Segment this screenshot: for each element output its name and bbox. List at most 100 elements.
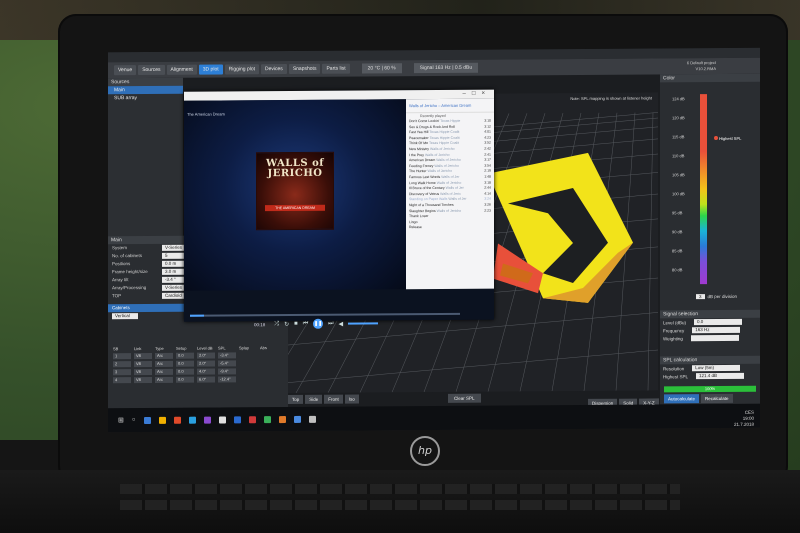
signal-selection: Signal selection Level (dBu) 0.0 Frequen… xyxy=(660,309,760,381)
highest-spl-value: 121.4 dB xyxy=(696,372,745,380)
media-player-window: –□× The American Dream WALLS of JERICHO … xyxy=(184,89,494,329)
list-item[interactable]: Release xyxy=(406,225,494,231)
level-input[interactable]: 0.0 xyxy=(694,318,743,326)
cabinet-cell[interactable]: Arc xyxy=(155,368,173,375)
spl-colorbar xyxy=(700,94,707,285)
app-version: V10.2.RMA xyxy=(695,66,716,72)
next-icon[interactable]: ⏭ xyxy=(328,320,333,327)
tray-date[interactable]: 21.7.2018 xyxy=(734,422,754,428)
taskbar-app-icon[interactable] xyxy=(218,415,226,424)
repeat-icon[interactable]: ↻ xyxy=(284,321,289,328)
clear-spl-button[interactable]: Clear SPL xyxy=(448,393,481,403)
cabinet-cell[interactable]: -5.4° xyxy=(218,360,236,367)
windows-start-icon[interactable]: ⊞ xyxy=(118,416,124,424)
temperature-readout: 20 °C | 60 % xyxy=(361,63,402,74)
source-item-sub-array[interactable]: SUB array xyxy=(108,94,183,103)
search-icon[interactable]: ○ xyxy=(132,417,136,423)
tab-venue[interactable]: Venue xyxy=(114,65,137,76)
tab-3d-plot[interactable]: 3D plot xyxy=(198,64,223,75)
frequency-input[interactable]: 163 Hz xyxy=(692,326,741,334)
cabinet-cell[interactable]: Arc xyxy=(155,360,173,367)
track-duration xyxy=(479,225,491,231)
tab-rigging-plot[interactable]: Rigging plot xyxy=(224,64,260,75)
cabinet-cell[interactable]: Arc xyxy=(155,376,173,383)
taskbar-app-icon[interactable] xyxy=(203,416,211,424)
album-cover: WALLS of JERICHO THE AMERICAN DREAM xyxy=(256,151,334,231)
table-row[interactable]: 4 V8 Arc 0.0 6.0° -12.4° xyxy=(113,375,283,384)
cabinet-cell[interactable]: 3 xyxy=(113,369,131,376)
color-header: Color xyxy=(660,73,760,83)
cabinet-cell[interactable]: 0.0 xyxy=(176,360,194,367)
cabinet-cell[interactable]: -12.4° xyxy=(218,376,236,383)
cabinet-column-header: Splay xyxy=(239,344,250,350)
taskbar-app-icon[interactable] xyxy=(263,415,271,423)
colorbar-tick-label: 120 dB xyxy=(672,115,685,121)
seek-bar-fill xyxy=(190,314,204,317)
cabinet-cell[interactable]: V8 xyxy=(134,376,152,384)
colorbar-tick-label: 115 dB xyxy=(672,134,685,140)
taskbar-app-icon[interactable] xyxy=(158,416,166,424)
division-unit: dB per division xyxy=(707,293,738,300)
taskbar-app-icon[interactable] xyxy=(248,415,256,423)
taskbar-app-icon[interactable] xyxy=(278,415,286,423)
now-playing-title: The American Dream xyxy=(187,111,225,117)
cabinet-cell[interactable]: 4.0° xyxy=(197,368,215,375)
signal-readout: Signal 163 Hz | 0.5 dBu xyxy=(413,62,479,74)
recalculate-button[interactable]: Recalculate xyxy=(701,393,733,404)
album-title: THE AMERICAN DREAM xyxy=(265,204,325,212)
cabinet-cell[interactable]: 0.0 xyxy=(176,352,194,359)
tab-alignment[interactable]: Alignment xyxy=(166,64,197,75)
tab-devices[interactable]: Devices xyxy=(261,64,287,75)
windows-taskbar: ⊞ ○ xyxy=(108,403,760,433)
cabinet-cell[interactable]: 0.0 xyxy=(176,376,194,383)
division-value[interactable]: 3 xyxy=(696,294,705,300)
taskbar-app-icon[interactable] xyxy=(293,415,301,423)
cabinet-cell[interactable]: -3.4° xyxy=(218,352,236,359)
taskbar-app-icon[interactable] xyxy=(308,415,316,423)
view-iso-button[interactable]: Iso xyxy=(344,394,359,404)
cabinet-cell[interactable]: V8 xyxy=(134,368,152,376)
previous-icon[interactable]: ⏮ xyxy=(303,320,308,327)
view-top-button[interactable]: Top xyxy=(288,394,304,405)
weighting-select[interactable] xyxy=(690,334,739,342)
pause-icon[interactable]: ❚❚ xyxy=(313,318,324,329)
cabinet-cell[interactable]: 0.0 xyxy=(176,368,194,375)
view-front-button[interactable]: Front xyxy=(324,394,343,404)
keyboard xyxy=(0,470,800,533)
property-label: TOP xyxy=(112,293,122,299)
tab-snapshots[interactable]: Snapshots xyxy=(288,63,321,75)
cabinet-cell[interactable]: 2.0° xyxy=(197,352,215,359)
window-controls[interactable]: –□× xyxy=(463,90,491,99)
cabinet-cell[interactable]: 4 xyxy=(113,377,131,384)
colorbar-tick-label: 110 dB xyxy=(672,153,685,159)
resolution-select[interactable]: Low (5m) xyxy=(692,364,741,372)
tab-sources[interactable]: Sources xyxy=(138,64,165,76)
cabinet-cell[interactable]: 6.0° xyxy=(197,376,215,383)
cabinet-cell[interactable]: 1 xyxy=(113,353,131,360)
colorbar-tick-label: 124 dB xyxy=(672,96,685,102)
highest-spl-row-label: Highest SPL xyxy=(663,373,689,379)
taskbar-app-icon[interactable] xyxy=(173,416,181,424)
taskbar-app-icon[interactable] xyxy=(143,416,151,424)
autocalculate-button[interactable]: Autocalculate xyxy=(664,394,700,404)
taskbar-app-icon[interactable] xyxy=(188,416,196,424)
cabinet-cell[interactable]: -9.4° xyxy=(218,368,236,375)
mode-select[interactable]: Vertical xyxy=(112,313,138,320)
stop-icon[interactable]: ■ xyxy=(294,321,298,327)
shuffle-icon[interactable]: ⤮ xyxy=(274,321,279,328)
taskbar-app-icon[interactable] xyxy=(233,415,241,423)
volume-icon[interactable]: ◀ xyxy=(339,320,344,327)
tab-parts-list[interactable]: Parts list xyxy=(322,63,350,74)
laptop-screen: Venue Sources Alignment 3D plot Rigging … xyxy=(108,47,760,433)
cabinet-cell[interactable]: Arc xyxy=(155,352,173,359)
volume-slider[interactable] xyxy=(348,322,379,325)
cabinet-cell[interactable]: 2.0° xyxy=(197,360,215,367)
cabinet-cell[interactable]: V8 xyxy=(134,360,152,368)
view-side-button[interactable]: Side xyxy=(305,394,323,404)
track-title: Release xyxy=(409,225,422,230)
cabinet-cell[interactable]: 2 xyxy=(113,361,131,368)
hp-logo: hp xyxy=(410,436,440,466)
cabinet-column-header: Abs xyxy=(260,344,267,350)
highest-spl-marker: Highest SPL xyxy=(714,136,741,141)
cabinet-cell[interactable]: V8 xyxy=(134,352,152,360)
